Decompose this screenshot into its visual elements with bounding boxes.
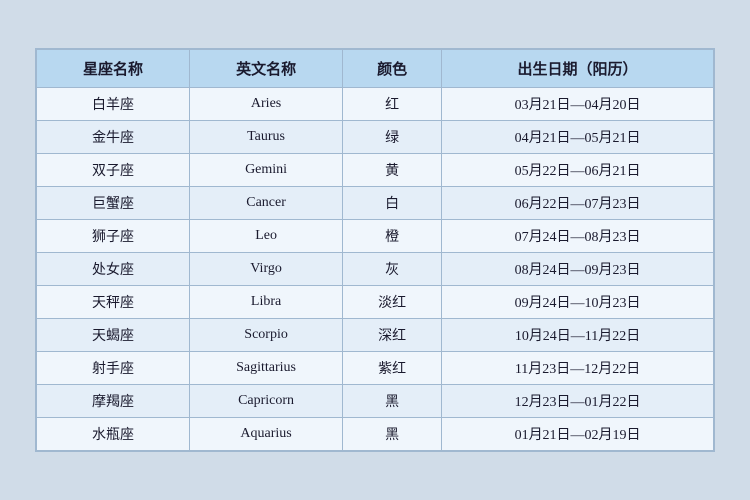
- table-row: 双子座Gemini黄05月22日—06月21日: [37, 154, 714, 187]
- cell-color: 紫红: [343, 352, 442, 385]
- cell-chinese-name: 水瓶座: [37, 418, 190, 451]
- cell-color: 橙: [343, 220, 442, 253]
- table-body: 白羊座Aries红03月21日—04月20日金牛座Taurus绿04月21日—0…: [37, 88, 714, 451]
- cell-dates: 07月24日—08月23日: [442, 220, 714, 253]
- cell-english-name: Scorpio: [190, 319, 343, 352]
- cell-english-name: Virgo: [190, 253, 343, 286]
- table-row: 处女座Virgo灰08月24日—09月23日: [37, 253, 714, 286]
- header-color: 颜色: [343, 50, 442, 88]
- cell-chinese-name: 天秤座: [37, 286, 190, 319]
- cell-english-name: Sagittarius: [190, 352, 343, 385]
- table-row: 金牛座Taurus绿04月21日—05月21日: [37, 121, 714, 154]
- cell-dates: 06月22日—07月23日: [442, 187, 714, 220]
- cell-dates: 05月22日—06月21日: [442, 154, 714, 187]
- table-row: 白羊座Aries红03月21日—04月20日: [37, 88, 714, 121]
- cell-english-name: Libra: [190, 286, 343, 319]
- cell-color: 绿: [343, 121, 442, 154]
- cell-chinese-name: 白羊座: [37, 88, 190, 121]
- cell-color: 淡红: [343, 286, 442, 319]
- cell-dates: 04月21日—05月21日: [442, 121, 714, 154]
- header-chinese-name: 星座名称: [37, 50, 190, 88]
- cell-english-name: Cancer: [190, 187, 343, 220]
- cell-color: 黑: [343, 418, 442, 451]
- cell-english-name: Taurus: [190, 121, 343, 154]
- table-row: 摩羯座Capricorn黑12月23日—01月22日: [37, 385, 714, 418]
- cell-dates: 11月23日—12月22日: [442, 352, 714, 385]
- cell-dates: 08月24日—09月23日: [442, 253, 714, 286]
- cell-chinese-name: 双子座: [37, 154, 190, 187]
- cell-color: 白: [343, 187, 442, 220]
- cell-chinese-name: 天蝎座: [37, 319, 190, 352]
- cell-english-name: Leo: [190, 220, 343, 253]
- cell-dates: 03月21日—04月20日: [442, 88, 714, 121]
- cell-dates: 01月21日—02月19日: [442, 418, 714, 451]
- cell-color: 深红: [343, 319, 442, 352]
- cell-color: 黄: [343, 154, 442, 187]
- table-row: 射手座Sagittarius紫红11月23日—12月22日: [37, 352, 714, 385]
- cell-dates: 09月24日—10月23日: [442, 286, 714, 319]
- cell-english-name: Aquarius: [190, 418, 343, 451]
- zodiac-table-container: 星座名称 英文名称 颜色 出生日期（阳历） 白羊座Aries红03月21日—04…: [35, 48, 715, 452]
- cell-dates: 12月23日—01月22日: [442, 385, 714, 418]
- cell-dates: 10月24日—11月22日: [442, 319, 714, 352]
- cell-chinese-name: 金牛座: [37, 121, 190, 154]
- cell-english-name: Capricorn: [190, 385, 343, 418]
- cell-english-name: Aries: [190, 88, 343, 121]
- cell-color: 黑: [343, 385, 442, 418]
- cell-chinese-name: 处女座: [37, 253, 190, 286]
- cell-chinese-name: 狮子座: [37, 220, 190, 253]
- cell-color: 红: [343, 88, 442, 121]
- zodiac-table: 星座名称 英文名称 颜色 出生日期（阳历） 白羊座Aries红03月21日—04…: [36, 49, 714, 451]
- cell-chinese-name: 射手座: [37, 352, 190, 385]
- table-row: 天蝎座Scorpio深红10月24日—11月22日: [37, 319, 714, 352]
- header-birthdate: 出生日期（阳历）: [442, 50, 714, 88]
- cell-english-name: Gemini: [190, 154, 343, 187]
- table-row: 天秤座Libra淡红09月24日—10月23日: [37, 286, 714, 319]
- table-row: 巨蟹座Cancer白06月22日—07月23日: [37, 187, 714, 220]
- table-row: 狮子座Leo橙07月24日—08月23日: [37, 220, 714, 253]
- cell-color: 灰: [343, 253, 442, 286]
- cell-chinese-name: 摩羯座: [37, 385, 190, 418]
- cell-chinese-name: 巨蟹座: [37, 187, 190, 220]
- header-english-name: 英文名称: [190, 50, 343, 88]
- table-header-row: 星座名称 英文名称 颜色 出生日期（阳历）: [37, 50, 714, 88]
- table-row: 水瓶座Aquarius黑01月21日—02月19日: [37, 418, 714, 451]
